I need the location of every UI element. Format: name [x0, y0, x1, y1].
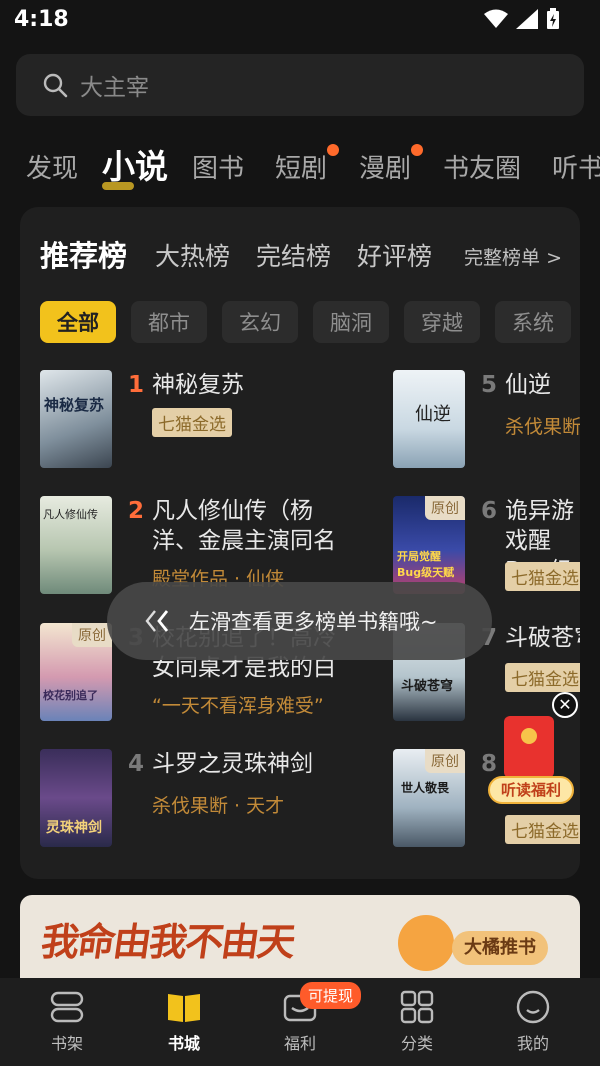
book-cover: 原创 校花别追了 — [40, 623, 112, 721]
withdraw-badge: 可提现 — [300, 982, 362, 1009]
full-ranking-link[interactable]: 完整榜单 > — [464, 243, 562, 270]
cat-mascot-icon — [398, 915, 454, 971]
rank-tab-rated[interactable]: 好评榜 — [357, 237, 432, 273]
nav-category[interactable]: 分类 — [377, 990, 457, 1054]
book-item[interactable]: 仙逆 5 仙逆 杀伐果断 — [393, 370, 580, 470]
toast-message: 左滑查看更多榜单书籍哦~ — [189, 610, 438, 634]
book-meta: “一天不看浑身难受” — [152, 695, 324, 717]
rank-number: 2 — [128, 498, 145, 524]
book-cover: 原创 开局觉醒Bug级天赋 — [393, 496, 465, 594]
rank-tab-recommend[interactable]: 推荐榜 — [40, 233, 127, 275]
tab-comic-drama[interactable]: 漫剧 — [359, 144, 424, 185]
chip-time-travel[interactable]: 穿越 — [404, 301, 480, 343]
search-bar[interactable]: 大主宰 — [16, 54, 584, 116]
status-time: 4:18 — [14, 7, 69, 32]
origin-badge: 原创 — [72, 623, 112, 647]
category-tabs: 发现 小说 图书 短剧 漫剧 书友圈 听书 — [0, 138, 600, 194]
book-cover: 灵珠神剑 — [40, 749, 112, 847]
book-cover: 仙逆 — [393, 370, 465, 468]
search-icon — [43, 73, 68, 98]
battery-icon — [547, 8, 559, 29]
close-icon[interactable]: ✕ — [552, 692, 578, 718]
smile-face-icon — [516, 990, 550, 1024]
banner-slogan: 我命由我不由天 — [38, 919, 297, 964]
book-title: 斗罗之灵珠神剑 — [152, 751, 313, 777]
book-cover: 神秘复苏 — [40, 370, 112, 468]
new-dot — [411, 144, 424, 156]
nav-label: 书架 — [50, 1034, 83, 1053]
cover-title: 世人敬畏 — [401, 781, 450, 795]
nav-bookstore[interactable]: 书城 — [144, 990, 224, 1054]
bookshelf-icon — [50, 991, 84, 1023]
wifi-icon — [484, 9, 508, 28]
book-tag: 七猫金选 — [505, 663, 580, 692]
new-dot — [327, 144, 340, 156]
chip-fantasy[interactable]: 玄幻 — [222, 301, 298, 343]
status-icons — [484, 8, 560, 30]
grid-icon — [400, 990, 434, 1024]
nav-label: 分类 — [400, 1034, 433, 1053]
book-cover: 原创 世人敬畏 — [393, 749, 465, 847]
book-tag: 七猫金选 — [152, 408, 232, 437]
tab-book-friends[interactable]: 书友圈 — [443, 148, 521, 185]
cover-title: 仙逆 — [415, 404, 451, 425]
chip-brainhole[interactable]: 脑洞 — [313, 301, 389, 343]
nav-label: 书城 — [167, 1034, 200, 1053]
book-item[interactable]: 凡人修仙传 2 凡人修仙传（杨洋、金晨主演同名 殿堂作品 · 仙侠 — [40, 496, 336, 596]
book-tag: 七猫金选 — [505, 562, 580, 591]
rank-tab-finished[interactable]: 完结榜 — [256, 237, 331, 273]
tab-novel[interactable]: 小说 — [102, 140, 168, 190]
book-meta: 杀伐果断 · 天才 — [152, 795, 285, 817]
tab-discover[interactable]: 发现 — [26, 148, 78, 185]
cover-title: 校花别追了 — [43, 689, 98, 702]
rank-number: 6 — [481, 498, 498, 524]
chip-all[interactable]: 全部 — [40, 301, 116, 343]
welfare-label: 听读福利 — [488, 776, 574, 804]
double-chevron-left-icon — [145, 610, 169, 632]
rank-number: 1 — [128, 372, 145, 398]
tab-novel-label: 小说 — [102, 147, 168, 186]
open-book-icon — [168, 994, 200, 1022]
cover-title: 斗破苍穹 — [401, 679, 454, 694]
tab-short-drama[interactable]: 短剧 — [275, 144, 340, 185]
origin-badge: 原创 — [425, 496, 465, 520]
book-tag: 七猫金选 — [505, 815, 580, 844]
book-title: 凡人修仙传（杨洋、金晨主演同名 — [152, 498, 336, 554]
swipe-hint-toast: 左滑查看更多榜单书籍哦~ — [107, 582, 492, 660]
nav-profile[interactable]: 我的 — [493, 990, 573, 1054]
book-title: 仙逆 — [505, 372, 551, 398]
rank-number: 5 — [481, 372, 498, 398]
cover-title: 凡人修仙传 — [43, 508, 98, 521]
chip-system[interactable]: 系统 — [495, 301, 571, 343]
book-title: 神秘复苏 — [152, 372, 244, 398]
banner-tag: 大橘推书 — [452, 931, 548, 965]
rank-number: 4 — [128, 751, 145, 777]
red-envelope-icon — [504, 716, 554, 778]
book-item[interactable]: 原创 开局觉醒Bug级天赋 6 诡异游戏醒Bug级 七猫金选 — [393, 496, 580, 596]
chip-urban[interactable]: 都市 — [131, 301, 207, 343]
book-title: 斗破苍穹 — [505, 625, 580, 651]
book-meta: 杀伐果断 — [505, 416, 580, 438]
cover-title: 神秘复苏 — [44, 396, 105, 414]
welfare-float[interactable]: ✕ 听读福利 — [488, 692, 582, 812]
tab-short-drama-label: 短剧 — [275, 154, 328, 184]
book-item[interactable]: 灵珠神剑 4 斗罗之灵珠神剑 杀伐果断 · 天才 — [40, 749, 313, 849]
signal-icon — [516, 9, 538, 29]
tab-books[interactable]: 图书 — [192, 148, 244, 185]
nav-label: 我的 — [516, 1034, 549, 1053]
book-cover: 凡人修仙传 — [40, 496, 112, 594]
tab-audiobook[interactable]: 听书 — [552, 148, 600, 185]
cover-title: 开局觉醒Bug级天赋 — [397, 550, 455, 579]
promo-banner[interactable]: 我命由我不由天 大橘推书 — [20, 895, 580, 979]
status-bar: 4:18 — [0, 0, 600, 42]
rank-tab-hot[interactable]: 大热榜 — [155, 237, 230, 273]
origin-badge: 原创 — [425, 749, 465, 773]
tab-comic-drama-label: 漫剧 — [359, 154, 412, 184]
nav-label: 福利 — [283, 1034, 316, 1053]
book-item[interactable]: 神秘复苏 1 神秘复苏 七猫金选 — [40, 370, 300, 470]
search-placeholder: 大主宰 — [80, 75, 149, 101]
nav-bookshelf[interactable]: 书架 — [27, 990, 107, 1054]
cover-title: 灵珠神剑 — [46, 820, 102, 836]
